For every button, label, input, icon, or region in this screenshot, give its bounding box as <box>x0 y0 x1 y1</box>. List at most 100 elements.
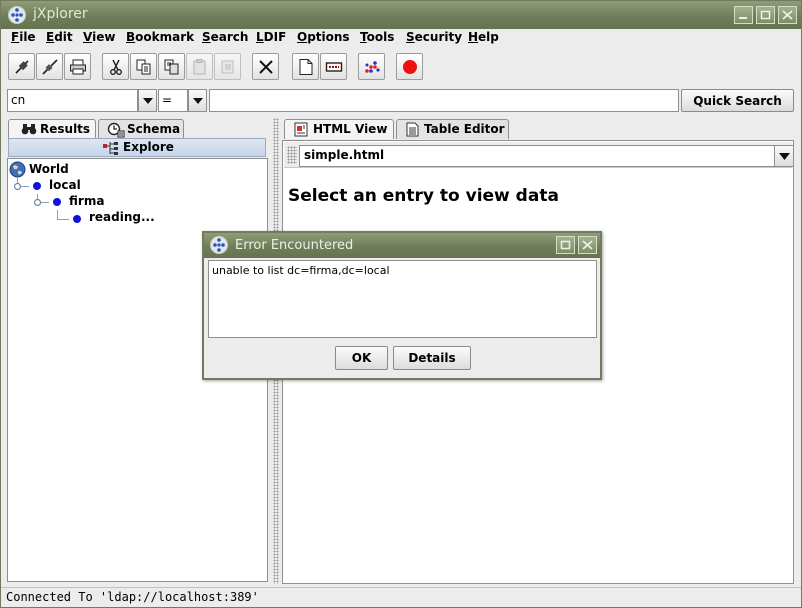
connect-button[interactable] <box>8 53 35 80</box>
error-message-text[interactable]: unable to list dc=firma,dc=local <box>208 260 597 338</box>
stop-icon <box>403 60 417 74</box>
tab-table-editor[interactable]: Table Editor <box>396 119 509 139</box>
copy-dn-icon <box>164 59 179 75</box>
tree-node-dot-icon <box>73 215 81 223</box>
window-titlebar[interactable]: jXplorer <box>1 1 801 29</box>
paste-icon <box>193 59 206 75</box>
connection-status-text: Connected To 'ldap://localhost:389' <box>6 590 259 604</box>
attribute-dropdown-button[interactable] <box>138 89 157 112</box>
menu-view[interactable]: View <box>83 30 115 44</box>
chevron-down-icon <box>193 98 203 104</box>
print-button[interactable] <box>64 53 91 80</box>
tab-explore-label: Explore <box>123 140 174 154</box>
close-button[interactable] <box>778 6 797 24</box>
chevron-down-icon <box>779 153 790 160</box>
html-template-toolbar: simple.html <box>284 142 794 168</box>
tab-table-editor-label: Table Editor <box>424 122 505 136</box>
plug-connect-icon <box>15 60 29 74</box>
tab-html-view-label: HTML View <box>313 122 388 136</box>
disconnect-button[interactable] <box>36 53 63 80</box>
maximize-icon <box>560 240 571 250</box>
delete-button[interactable] <box>252 53 279 80</box>
dialog-title: Error Encountered <box>235 238 354 253</box>
copy-icon <box>136 59 151 75</box>
tab-explore[interactable]: Explore <box>8 138 266 157</box>
error-dialog: Error Encountered unable to list dc=firm… <box>202 231 602 380</box>
html-page-icon <box>294 122 308 137</box>
dialog-close-button[interactable] <box>578 236 597 254</box>
maximize-icon <box>760 10 771 20</box>
ok-button[interactable]: OK <box>335 346 388 370</box>
close-icon <box>782 10 793 20</box>
tree-node-local[interactable]: local <box>49 178 81 192</box>
paste-alias-icon <box>221 60 234 74</box>
menu-bookmark[interactable]: Bookmark <box>126 30 194 44</box>
quick-search-bar: cn = Quick Search <box>1 89 801 113</box>
tab-schema-label: Schema <box>127 122 181 136</box>
copy-dn-button[interactable] <box>158 53 185 80</box>
toolbar <box>1 50 801 86</box>
tree-refresh-icon <box>365 61 380 73</box>
cut-button[interactable] <box>102 53 129 80</box>
menu-tools[interactable]: Tools <box>360 30 394 44</box>
tree-expand-handle-icon[interactable] <box>13 182 22 191</box>
maximize-button[interactable] <box>756 6 775 24</box>
quick-search-button[interactable]: Quick Search <box>681 89 794 112</box>
table-editor-icon <box>406 122 419 137</box>
scissors-icon <box>110 59 122 75</box>
paste-button[interactable] <box>186 53 213 80</box>
new-document-icon <box>299 59 313 75</box>
template-dropdown-button[interactable] <box>774 145 794 167</box>
rename-icon <box>325 62 343 72</box>
tab-results-label: Results <box>40 122 91 136</box>
printer-icon <box>70 59 86 75</box>
main-window: jXplorer File Edit View Bookmark Search … <box>0 0 802 608</box>
dialog-titlebar[interactable]: Error Encountered <box>204 233 600 258</box>
menu-search[interactable]: Search <box>202 30 248 44</box>
tree-node-world[interactable]: World <box>29 162 69 176</box>
tree-expand-handle-icon[interactable] <box>33 198 42 207</box>
menu-help[interactable]: Help <box>468 30 499 44</box>
paste-alias-button[interactable] <box>214 53 241 80</box>
menu-options[interactable]: Options <box>297 30 350 44</box>
schema-icon <box>107 122 125 138</box>
menu-edit[interactable]: Edit <box>46 30 73 44</box>
delete-x-icon <box>259 60 273 74</box>
tab-results[interactable]: Results <box>8 119 96 139</box>
menu-bar: File Edit View Bookmark Search LDIF Opti… <box>1 29 801 48</box>
close-icon <box>582 240 593 250</box>
tree-node-firma[interactable]: firma <box>69 194 104 208</box>
tree-node-dot-icon <box>33 182 41 190</box>
binoculars-icon <box>21 124 37 135</box>
toolbar-grip-handle[interactable] <box>287 146 297 164</box>
new-entry-button[interactable] <box>292 53 319 80</box>
tab-html-view[interactable]: HTML View <box>284 119 394 139</box>
search-value-input[interactable] <box>209 89 679 112</box>
rename-button[interactable] <box>320 53 347 80</box>
tab-schema[interactable]: Schema <box>98 119 184 139</box>
dialog-maximize-button[interactable] <box>556 236 575 254</box>
world-globe-icon <box>9 161 26 178</box>
copy-button[interactable] <box>130 53 157 80</box>
tree-node-reading: reading... <box>89 210 155 224</box>
details-button[interactable]: Details <box>393 346 471 370</box>
jxplorer-logo-icon <box>210 236 228 254</box>
refresh-tree-button[interactable] <box>358 53 385 80</box>
tree-connector <box>57 219 69 220</box>
operator-dropdown-button[interactable] <box>188 89 207 112</box>
tree-node-dot-icon <box>53 198 61 206</box>
menu-security[interactable]: Security <box>406 30 462 44</box>
menu-ldif[interactable]: LDIF <box>256 30 286 44</box>
search-attribute-combo[interactable]: cn <box>7 89 138 112</box>
minimize-button[interactable] <box>734 6 753 24</box>
explore-tree-icon <box>103 142 118 155</box>
status-bar: Connected To 'ldap://localhost:389' <box>1 587 801 607</box>
plug-disconnect-icon <box>42 59 58 75</box>
html-view-message: Select an entry to view data <box>288 186 559 206</box>
search-operator-combo[interactable]: = <box>158 89 188 112</box>
minimize-icon <box>739 17 747 19</box>
html-template-select[interactable]: simple.html <box>299 145 775 167</box>
stop-button[interactable] <box>396 53 423 80</box>
jxplorer-logo-icon <box>8 6 26 24</box>
menu-file[interactable]: File <box>11 30 36 44</box>
